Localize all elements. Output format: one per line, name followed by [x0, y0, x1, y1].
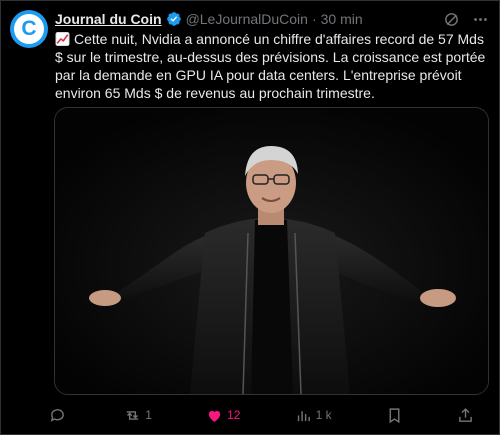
views-count: 1 k: [315, 408, 332, 422]
reply-icon: [50, 408, 64, 422]
views-chart-icon: [297, 410, 310, 421]
like-count: 12: [227, 408, 241, 422]
reply-button[interactable]: [49, 406, 70, 424]
retweet-icon: [127, 410, 139, 420]
avatar-logo: C: [14, 14, 44, 44]
author-handle[interactable]: @LeJournalDuCoin: [186, 11, 308, 27]
tweet-body: Cette nuit, Nvidia a annoncé un chiffre …: [55, 31, 486, 101]
author-name[interactable]: Journal du Coin: [55, 11, 162, 27]
tweet-photo[interactable]: [54, 107, 489, 395]
share-button[interactable]: [457, 406, 474, 424]
share-icon: [459, 407, 472, 422]
tweet-text: Cette nuit, Nvidia a annoncé un chiffre …: [55, 30, 487, 102]
bookmark-icon: [389, 407, 400, 423]
tweet-card[interactable]: C Journal du Coin @LeJournalDuCoin · 30 …: [0, 0, 500, 435]
timestamp[interactable]: 30 min: [321, 11, 363, 27]
avatar[interactable]: C: [10, 10, 48, 48]
retweet-count: 1: [145, 408, 152, 422]
grok-icon[interactable]: [443, 11, 460, 28]
like-button[interactable]: 12: [206, 406, 240, 424]
views-button[interactable]: 1 k: [295, 406, 332, 424]
heart-icon: [208, 410, 221, 422]
action-bar: 1 12 1 k: [49, 406, 474, 424]
bookmark-button[interactable]: [386, 406, 403, 424]
photo-speaker-on-stage: [55, 108, 488, 394]
verified-badge-icon[interactable]: [166, 11, 182, 27]
chart-increasing-icon: [55, 32, 70, 46]
header-actions: [443, 9, 489, 29]
separator-dot: ·: [311, 11, 317, 27]
retweet-button[interactable]: 1: [124, 406, 152, 424]
more-options-icon[interactable]: [472, 11, 489, 28]
tweet-header: Journal du Coin @LeJournalDuCoin · 30 mi…: [55, 9, 489, 29]
